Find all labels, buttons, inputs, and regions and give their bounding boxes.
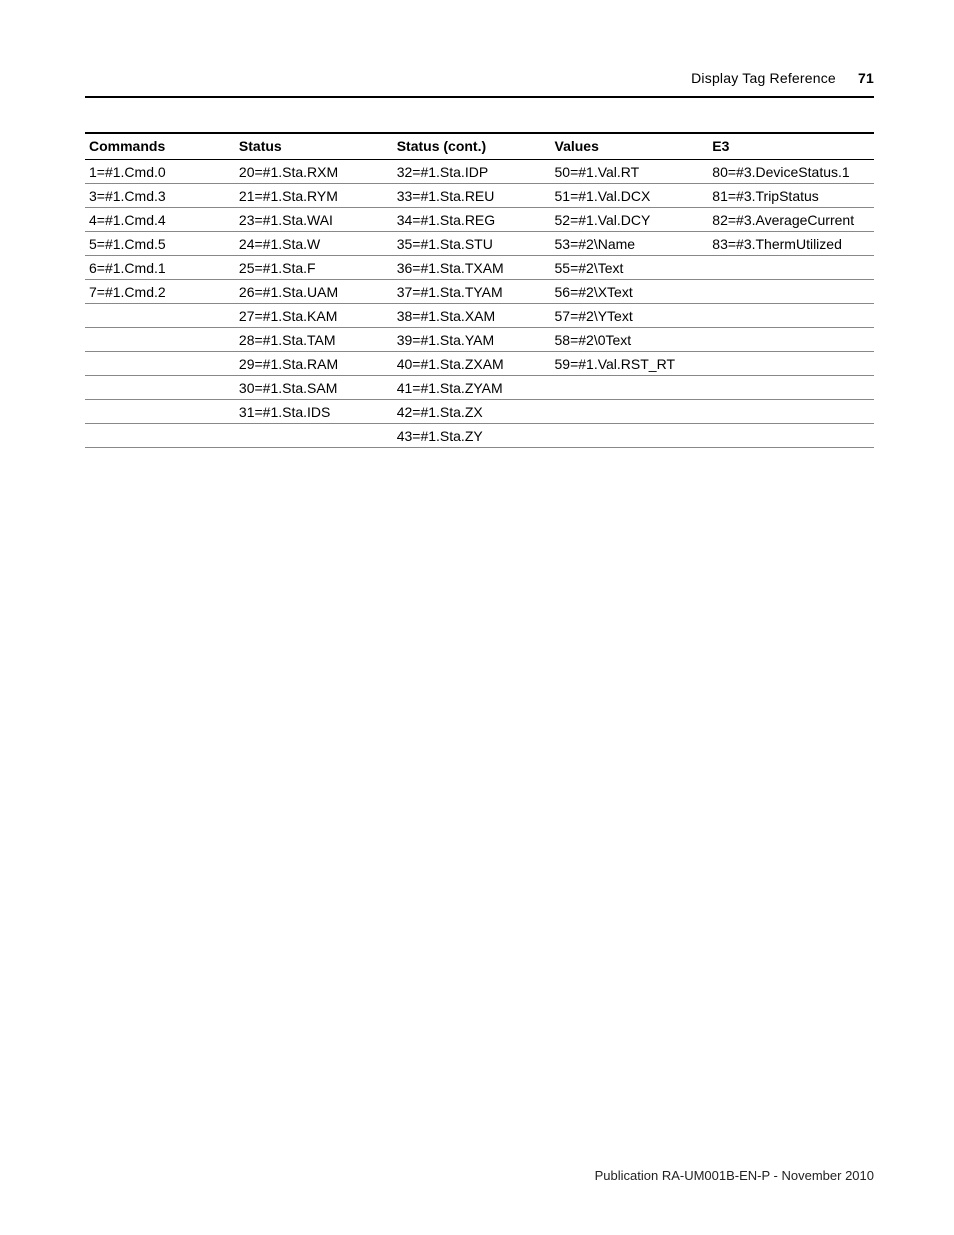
table-cell: 40=#1.Sta.ZXAM	[393, 352, 551, 376]
table-cell	[708, 400, 874, 424]
table-cell: 56=#2\XText	[551, 280, 709, 304]
table-cell: 33=#1.Sta.REU	[393, 184, 551, 208]
table-cell	[708, 424, 874, 448]
table-row: 6=#1.Cmd.125=#1.Sta.F36=#1.Sta.TXAM55=#2…	[85, 256, 874, 280]
footer-publication: Publication RA-UM001B-EN-P - November 20…	[595, 1168, 874, 1183]
table-cell: 81=#3.TripStatus	[708, 184, 874, 208]
table-cell: 20=#1.Sta.RXM	[235, 160, 393, 184]
col-header-values: Values	[551, 133, 709, 160]
table-cell	[85, 328, 235, 352]
section-title: Display Tag Reference	[691, 70, 836, 86]
table-cell: 31=#1.Sta.IDS	[235, 400, 393, 424]
table-cell: 80=#3.DeviceStatus.1	[708, 160, 874, 184]
table-cell: 57=#2\YText	[551, 304, 709, 328]
table-cell	[235, 424, 393, 448]
table-cell: 55=#2\Text	[551, 256, 709, 280]
table-cell: 27=#1.Sta.KAM	[235, 304, 393, 328]
col-header-status: Status	[235, 133, 393, 160]
table-cell	[85, 376, 235, 400]
table-cell	[551, 400, 709, 424]
table-row: 3=#1.Cmd.321=#1.Sta.RYM33=#1.Sta.REU51=#…	[85, 184, 874, 208]
reference-table: Commands Status Status (cont.) Values E3…	[85, 132, 874, 448]
table-cell: 25=#1.Sta.F	[235, 256, 393, 280]
table-cell: 7=#1.Cmd.2	[85, 280, 235, 304]
table-row: 7=#1.Cmd.226=#1.Sta.UAM37=#1.Sta.TYAM56=…	[85, 280, 874, 304]
page-header: Display Tag Reference 71	[85, 70, 874, 96]
page-number: 71	[858, 70, 874, 86]
table-cell: 43=#1.Sta.ZY	[393, 424, 551, 448]
table-cell: 59=#1.Val.RST_RT	[551, 352, 709, 376]
table-cell: 6=#1.Cmd.1	[85, 256, 235, 280]
table-cell: 41=#1.Sta.ZYAM	[393, 376, 551, 400]
table-cell: 37=#1.Sta.TYAM	[393, 280, 551, 304]
table-cell	[708, 304, 874, 328]
table-cell	[708, 280, 874, 304]
table-cell	[551, 376, 709, 400]
table-cell: 50=#1.Val.RT	[551, 160, 709, 184]
table-cell: 28=#1.Sta.TAM	[235, 328, 393, 352]
table-cell: 83=#3.ThermUtilized	[708, 232, 874, 256]
table-cell: 30=#1.Sta.SAM	[235, 376, 393, 400]
table-cell: 38=#1.Sta.XAM	[393, 304, 551, 328]
table-row: 31=#1.Sta.IDS42=#1.Sta.ZX	[85, 400, 874, 424]
table-cell: 51=#1.Val.DCX	[551, 184, 709, 208]
table-cell	[85, 424, 235, 448]
table-cell	[85, 400, 235, 424]
col-header-status-cont: Status (cont.)	[393, 133, 551, 160]
col-header-e3: E3	[708, 133, 874, 160]
table-cell: 3=#1.Cmd.3	[85, 184, 235, 208]
page: Display Tag Reference 71 Commands Status…	[0, 0, 954, 1235]
table-cell: 24=#1.Sta.W	[235, 232, 393, 256]
table-cell	[85, 352, 235, 376]
table-cell: 42=#1.Sta.ZX	[393, 400, 551, 424]
table-cell: 82=#3.AverageCurrent	[708, 208, 874, 232]
table-cell: 52=#1.Val.DCY	[551, 208, 709, 232]
table-header-row: Commands Status Status (cont.) Values E3	[85, 133, 874, 160]
table-cell: 39=#1.Sta.YAM	[393, 328, 551, 352]
table-cell: 53=#2\Name	[551, 232, 709, 256]
header-rule	[85, 96, 874, 98]
table-cell: 5=#1.Cmd.5	[85, 232, 235, 256]
table-row: 28=#1.Sta.TAM39=#1.Sta.YAM58=#2\0Text	[85, 328, 874, 352]
table-row: 27=#1.Sta.KAM38=#1.Sta.XAM57=#2\YText	[85, 304, 874, 328]
table-row: 29=#1.Sta.RAM40=#1.Sta.ZXAM59=#1.Val.RST…	[85, 352, 874, 376]
table-row: 43=#1.Sta.ZY	[85, 424, 874, 448]
table-cell: 58=#2\0Text	[551, 328, 709, 352]
table-cell	[708, 352, 874, 376]
table-cell: 34=#1.Sta.REG	[393, 208, 551, 232]
table-cell: 35=#1.Sta.STU	[393, 232, 551, 256]
table-cell: 23=#1.Sta.WAI	[235, 208, 393, 232]
table-cell: 21=#1.Sta.RYM	[235, 184, 393, 208]
table-cell: 1=#1.Cmd.0	[85, 160, 235, 184]
table-cell	[708, 328, 874, 352]
table-cell: 36=#1.Sta.TXAM	[393, 256, 551, 280]
table-cell: 26=#1.Sta.UAM	[235, 280, 393, 304]
table-row: 30=#1.Sta.SAM41=#1.Sta.ZYAM	[85, 376, 874, 400]
table-row: 5=#1.Cmd.524=#1.Sta.W35=#1.Sta.STU53=#2\…	[85, 232, 874, 256]
col-header-commands: Commands	[85, 133, 235, 160]
table-cell	[708, 256, 874, 280]
table-row: 4=#1.Cmd.423=#1.Sta.WAI34=#1.Sta.REG52=#…	[85, 208, 874, 232]
table-cell: 4=#1.Cmd.4	[85, 208, 235, 232]
table-cell	[551, 424, 709, 448]
table-cell	[85, 304, 235, 328]
table-cell	[708, 376, 874, 400]
table-cell: 29=#1.Sta.RAM	[235, 352, 393, 376]
table-row: 1=#1.Cmd.020=#1.Sta.RXM32=#1.Sta.IDP50=#…	[85, 160, 874, 184]
table-cell: 32=#1.Sta.IDP	[393, 160, 551, 184]
